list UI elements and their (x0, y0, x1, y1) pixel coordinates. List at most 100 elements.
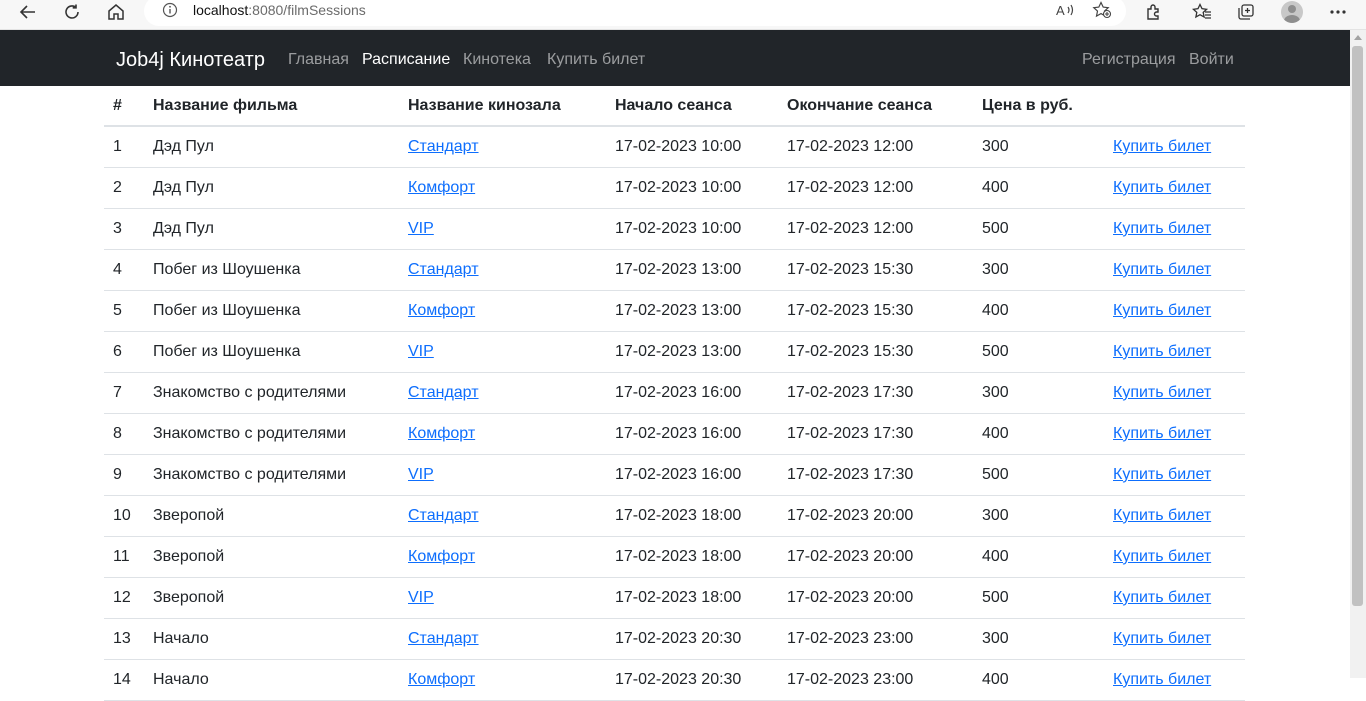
nav-link-register[interactable]: Регистрация (1082, 50, 1176, 70)
cell-price: 300 (973, 126, 1104, 168)
cell-num: 14 (104, 659, 144, 701)
cell-film-title-text: Знакомство с родителями (153, 465, 347, 483)
cell-hall: Комфорт (399, 413, 606, 455)
hall-link[interactable]: Комфорт (408, 671, 475, 688)
extensions-icon[interactable] (1136, 0, 1172, 24)
buy-ticket-link[interactable]: Купить билет (1113, 630, 1211, 647)
buy-ticket-link[interactable]: Купить билет (1113, 138, 1211, 155)
nav-link-buy-ticket[interactable]: Купить билет (547, 50, 645, 70)
hall-link[interactable]: VIP (408, 466, 434, 483)
nav-link-home[interactable]: Главная (288, 50, 349, 70)
buy-ticket-link[interactable]: Купить билет (1113, 671, 1211, 688)
refresh-icon[interactable] (54, 0, 90, 24)
buy-ticket-link[interactable]: Купить билет (1113, 425, 1211, 442)
info-icon[interactable] (162, 2, 178, 23)
cell-film-title-text: Дэд Пул (153, 219, 214, 237)
collections-icon[interactable] (1228, 0, 1264, 24)
cell-start-time-text: 17-02-2023 20:30 (615, 670, 742, 688)
cell-price: 400 (973, 290, 1104, 332)
cell-end-time: 17-02-2023 15:30 (778, 290, 973, 332)
buy-ticket-link[interactable]: Купить билет (1113, 384, 1211, 401)
buy-ticket-link[interactable]: Купить билет (1113, 302, 1211, 319)
cell-num: 6 (104, 331, 144, 373)
buy-ticket-link[interactable]: Купить билет (1113, 261, 1211, 278)
address-bar[interactable]: localhost:8080/filmSessions A (144, 0, 1126, 26)
table-row: 2 Дэд Пул Комфорт 17-02-2023 10:00 17-02-202… (104, 167, 1245, 209)
cell-film-title-text: Дэд Пул (153, 178, 214, 196)
vertical-scrollbar[interactable] (1350, 30, 1366, 678)
cell-num: 8 (104, 413, 144, 455)
table-row: 5 Побег из Шоушенка Комфорт 17-02-2023 13:0… (104, 290, 1245, 332)
cell-start-time-text: 17-02-2023 13:00 (615, 301, 742, 319)
cell-film-title-text: Начало (153, 670, 209, 688)
hall-link[interactable]: VIP (408, 589, 434, 606)
cell-start-time-text: 17-02-2023 13:00 (615, 260, 742, 278)
hall-link[interactable]: Комфорт (408, 179, 475, 196)
cell-start-time: 17-02-2023 13:00 (606, 331, 778, 373)
cell-hall: Стандарт (399, 126, 606, 168)
cell-end-time: 17-02-2023 15:30 (778, 249, 973, 291)
browser-toolbar: localhost:8080/filmSessions A (0, 0, 1366, 30)
cell-start-time-text: 17-02-2023 10:00 (615, 137, 742, 155)
buy-ticket-link[interactable]: Купить билет (1113, 343, 1211, 360)
favorite-add-icon[interactable] (1092, 1, 1112, 24)
hall-link[interactable]: Стандарт (408, 507, 479, 524)
cell-end-time: 17-02-2023 20:00 (778, 495, 973, 537)
nav-link-login[interactable]: Войти (1189, 50, 1234, 70)
cell-num-text: 9 (113, 465, 122, 483)
hall-link[interactable]: Стандарт (408, 138, 479, 155)
buy-ticket-link[interactable]: Купить билет (1113, 589, 1211, 606)
hall-link[interactable]: VIP (408, 343, 434, 360)
cell-price-text: 300 (982, 260, 1009, 278)
more-icon[interactable] (1320, 0, 1356, 24)
hall-link[interactable]: VIP (408, 220, 434, 237)
hall-link[interactable]: Стандарт (408, 630, 479, 647)
hall-link[interactable]: Стандарт (408, 384, 479, 401)
buy-ticket-link[interactable]: Купить билет (1113, 548, 1211, 565)
cell-end-time-text: 17-02-2023 12:00 (787, 178, 914, 196)
cell-price: 500 (973, 208, 1104, 250)
cell-num-text: 2 (113, 178, 122, 196)
scrollbar-thumb[interactable] (1352, 46, 1363, 606)
navbar-brand[interactable]: Job4j Кинотеатр (116, 48, 265, 72)
header-film: Название фильма (144, 86, 399, 127)
cell-buy-ticket: Купить билет (1104, 454, 1245, 496)
buy-ticket-link[interactable]: Купить билет (1113, 507, 1211, 524)
hall-link[interactable]: Комфорт (408, 548, 475, 565)
cell-num: 7 (104, 372, 144, 414)
cell-hall: Комфорт (399, 167, 606, 209)
hall-link[interactable]: Комфорт (408, 425, 475, 442)
nav-link-schedule[interactable]: Расписание (362, 50, 450, 70)
hall-link[interactable]: Стандарт (408, 261, 479, 278)
nav-link-filmlibrary[interactable]: Кинотека (463, 50, 531, 70)
profile-icon[interactable] (1274, 0, 1310, 24)
hall-link[interactable]: Комфорт (408, 302, 475, 319)
cell-buy-ticket: Купить билет (1104, 536, 1245, 578)
cell-start-time: 17-02-2023 20:30 (606, 659, 778, 701)
cell-num: 2 (104, 167, 144, 209)
home-icon[interactable] (98, 0, 134, 24)
buy-ticket-link[interactable]: Купить билет (1113, 466, 1211, 483)
cell-film-title-text: Побег из Шоушенка (153, 301, 301, 319)
cell-num-text: 5 (113, 301, 122, 319)
cell-start-time: 17-02-2023 18:00 (606, 577, 778, 619)
cell-end-time-text: 17-02-2023 15:30 (787, 301, 914, 319)
cell-end-time-text: 17-02-2023 15:30 (787, 342, 914, 360)
cell-film-title: Дэд Пул (144, 167, 399, 209)
cell-buy-ticket: Купить билет (1104, 331, 1245, 373)
buy-ticket-link[interactable]: Купить билет (1113, 220, 1211, 237)
favorites-icon[interactable] (1184, 0, 1220, 24)
read-aloud-icon[interactable]: A (1056, 1, 1076, 24)
cell-hall: VIP (399, 208, 606, 250)
cell-hall: Стандарт (399, 618, 606, 660)
cell-price-text: 400 (982, 301, 1009, 319)
back-arrow-icon[interactable] (10, 0, 46, 24)
cell-end-time: 17-02-2023 17:30 (778, 413, 973, 455)
buy-ticket-link[interactable]: Купить билет (1113, 179, 1211, 196)
table-row: 3 Дэд Пул VIP 17-02-2023 10:00 17-02-2023 12… (104, 208, 1245, 250)
scroll-up-arrow-icon[interactable] (1354, 35, 1362, 40)
cell-buy-ticket: Купить билет (1104, 290, 1245, 332)
cell-buy-ticket: Купить билет (1104, 167, 1245, 209)
cell-num-text: 7 (113, 383, 122, 401)
cell-end-time-text: 17-02-2023 20:00 (787, 588, 914, 606)
